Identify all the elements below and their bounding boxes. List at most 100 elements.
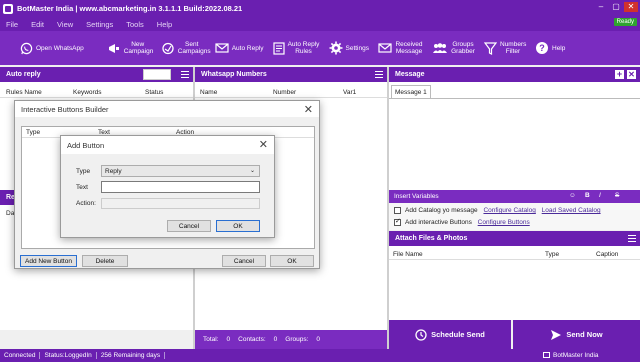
column-rules-name[interactable]: Rules Name: [6, 89, 42, 96]
window-title: BotMaster India | www.abcmarketing.in 3.…: [17, 4, 243, 13]
add-button-dialog-title: Add Button: [67, 140, 105, 150]
status-badge: Ready: [613, 18, 637, 26]
funnel-icon: [484, 41, 497, 55]
delete-button[interactable]: Delete: [82, 255, 128, 267]
tab-message-1[interactable]: Message 1: [391, 85, 431, 98]
builder-ok-button[interactable]: OK: [270, 255, 314, 267]
remove-message-icon[interactable]: ✕: [627, 70, 636, 79]
new-campaign-button[interactable]: New Campaign: [107, 41, 153, 55]
message-options: Add Catalog yo message Configure Catalog…: [389, 203, 640, 230]
whatsapp-icon: [20, 42, 33, 54]
gear-icon: [329, 41, 342, 55]
column-number[interactable]: Number: [273, 89, 296, 96]
menu-file[interactable]: File: [6, 20, 18, 29]
groups-count: 0: [316, 336, 321, 343]
menu-bar: File Edit View Settings Tools Help: [0, 17, 640, 31]
help-button[interactable]: ? Help: [535, 41, 565, 55]
type-select[interactable]: Reply ⌄: [101, 165, 260, 177]
attach-columns: File Name Type Caption: [389, 249, 640, 260]
emoji-icon[interactable]: ☺: [569, 192, 576, 199]
bold-icon[interactable]: B: [585, 192, 590, 199]
numbers-filter-button[interactable]: Numbers Filter: [484, 41, 526, 55]
action-label: Action:: [76, 200, 96, 207]
column-status[interactable]: Status: [145, 89, 163, 96]
attach-menu-icon[interactable]: [628, 235, 636, 242]
chevron-down-icon: ⌄: [249, 168, 255, 174]
menu-tools[interactable]: Tools: [126, 20, 144, 29]
column-caption[interactable]: Caption: [596, 251, 618, 258]
dialog-title: Interactive Buttons Builder: [21, 104, 109, 114]
toolbar: Open WhatsApp New Campaign Sent Campaign…: [0, 31, 640, 65]
column-file-name[interactable]: File Name: [393, 251, 423, 258]
footer-brand: BotMaster India: [543, 352, 599, 359]
title-bar: BotMaster India | www.abcmarketing.in 3.…: [0, 0, 640, 17]
builder-cancel-button[interactable]: Cancel: [222, 255, 266, 267]
menu-settings[interactable]: Settings: [86, 20, 113, 29]
brand-icon: [543, 352, 550, 359]
minimize-icon[interactable]: –: [594, 2, 608, 12]
contacts-count: 0: [273, 336, 278, 343]
send-now-button[interactable]: Send Now: [513, 320, 640, 349]
menu-view[interactable]: View: [57, 20, 73, 29]
received-message-icon: [378, 43, 392, 53]
clock-icon: [415, 328, 427, 341]
numbers-footer: Total: 0 Contacts: 0 Groups: 0: [195, 330, 387, 349]
connected-status: Connected: [0, 352, 41, 359]
whatsapp-numbers-menu-icon[interactable]: [375, 71, 383, 78]
sent-campaigns-button[interactable]: Sent Campaigns: [161, 41, 211, 55]
column-keywords[interactable]: Keywords: [73, 89, 102, 96]
column-var1[interactable]: Var1: [343, 89, 356, 96]
remaining-days: 256 Remaining days: [97, 352, 166, 359]
strikethrough-icon[interactable]: S: [615, 192, 619, 199]
menu-edit[interactable]: Edit: [31, 20, 44, 29]
received-message-button[interactable]: Received Message: [378, 41, 423, 55]
app-logo-icon: [3, 3, 13, 14]
add-catalog-checkbox[interactable]: [394, 207, 401, 214]
add-interactive-buttons-checkbox[interactable]: [394, 217, 401, 226]
menu-help[interactable]: Help: [157, 20, 172, 29]
sent-campaigns-icon: [162, 42, 174, 54]
close-window-icon[interactable]: ✕: [624, 2, 638, 12]
settings-button[interactable]: Settings: [329, 41, 369, 55]
action-input[interactable]: [101, 198, 260, 209]
load-saved-catalog-link[interactable]: Load Saved Catalog: [542, 207, 601, 214]
auto-reply-rules-button[interactable]: Auto Reply Rules: [272, 41, 320, 55]
schedule-send-button[interactable]: Schedule Send: [389, 320, 511, 349]
groups-icon: [433, 43, 447, 53]
auto-reply-menu-icon[interactable]: [181, 71, 189, 78]
whatsapp-numbers-columns: Name Number Var1: [195, 87, 387, 98]
column-type[interactable]: Type: [545, 251, 559, 258]
auto-reply-toggle[interactable]: [143, 69, 171, 80]
text-input[interactable]: [101, 181, 260, 193]
text-label: Text: [76, 184, 88, 191]
column-button-type[interactable]: Type: [26, 129, 40, 136]
add-button-dialog: Add Button ✕ Type Reply ⌄ Text Action: C…: [60, 135, 275, 238]
add-button-cancel[interactable]: Cancel: [167, 220, 211, 232]
column-name[interactable]: Name: [200, 89, 217, 96]
add-message-icon[interactable]: +: [615, 70, 624, 79]
svg-text:?: ?: [539, 43, 545, 53]
whatsapp-numbers-header: Whatsapp Numbers: [195, 67, 387, 82]
rules-icon: [272, 41, 285, 55]
auto-reply-button[interactable]: Auto Reply: [215, 42, 264, 54]
italic-icon[interactable]: I: [599, 192, 601, 199]
configure-buttons-link[interactable]: Configure Buttons: [478, 219, 530, 226]
auto-reply-columns: Rules Name Keywords Status: [0, 87, 193, 98]
maximize-icon[interactable]: ▢: [609, 2, 623, 12]
configure-catalog-link[interactable]: Configure Catalog: [483, 207, 535, 214]
groups-grabber-button[interactable]: Groups Grabber: [432, 41, 475, 55]
auto-reply-header: Auto reply: [0, 67, 193, 82]
add-button-close-icon[interactable]: ✕: [259, 138, 268, 151]
login-status: Status:LoggedIn: [40, 352, 97, 359]
open-whatsapp-button[interactable]: Open WhatsApp: [20, 42, 84, 55]
help-icon: ?: [536, 42, 548, 54]
message-header: Message + ✕: [389, 67, 640, 82]
close-icon[interactable]: ✕: [304, 103, 313, 116]
add-new-button[interactable]: Add New Button: [20, 255, 77, 267]
attach-files-header: Attach Files & Photos: [389, 231, 640, 246]
tab-divider: [389, 98, 640, 99]
envelope-icon: [215, 43, 229, 53]
type-label: Type: [76, 168, 91, 175]
insert-variables-bar: Insert Variables ☺ B I S: [389, 190, 640, 203]
add-button-ok[interactable]: OK: [216, 220, 260, 232]
